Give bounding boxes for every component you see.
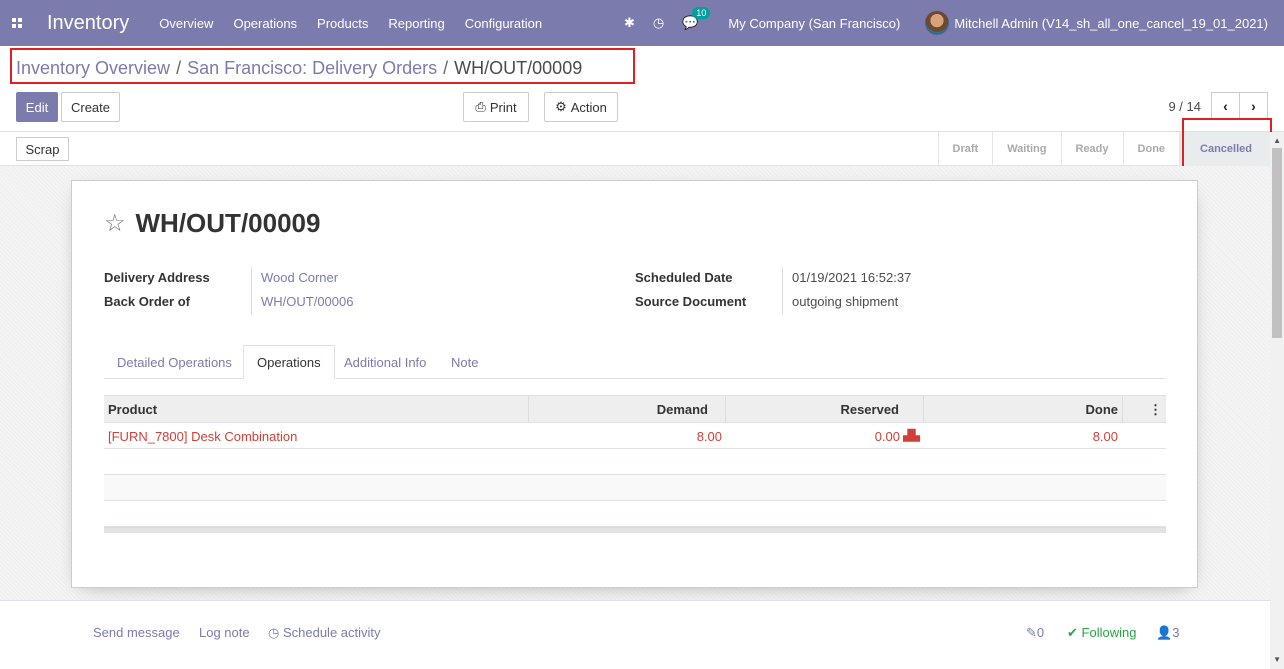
source-document-label: Source Document (635, 294, 747, 309)
app-name[interactable]: Inventory (47, 12, 129, 35)
followers-button[interactable]: 👤3 (1156, 625, 1179, 641)
send-message-button[interactable]: Send message (93, 625, 180, 640)
column-product[interactable]: Product (108, 402, 157, 417)
scheduled-date-label: Scheduled Date (635, 270, 733, 285)
tab-note[interactable]: Note (438, 345, 491, 379)
stage-done: Done (1122, 132, 1180, 166)
table-footer (104, 527, 1166, 533)
attachments-button[interactable]: ✎0 (1026, 625, 1044, 641)
menu-operations[interactable]: Operations (233, 16, 297, 31)
reserved-cell: 0.00 (874, 429, 900, 444)
avatar[interactable] (925, 11, 950, 35)
gear-icon: ⚙ (555, 99, 567, 114)
column-divider (923, 396, 924, 422)
bug-icon[interactable]: ✱ (624, 15, 635, 31)
form-sheet: ☆ WH/OUT/00009 Delivery Address Wood Cor… (71, 180, 1198, 588)
user-menu[interactable]: Mitchell Admin (V14_sh_all_one_cancel_19… (954, 16, 1268, 31)
scrollbar-thumb[interactable] (1272, 148, 1282, 338)
print-label: Print (489, 99, 517, 115)
field-divider (782, 267, 783, 315)
stage-draft: Draft (937, 132, 993, 166)
record-name: WH/OUT/00009 (135, 208, 321, 238)
navbar-systray: ✱ ◷ 💬 10 My Company (San Francisco) Mitch… (624, 0, 1284, 46)
following-button[interactable]: ✔ Following (1067, 625, 1136, 641)
pager-previous-button[interactable]: ‹ (1211, 92, 1240, 120)
log-note-button[interactable]: Log note (199, 625, 250, 640)
back-order-value[interactable]: WH/OUT/00006 (261, 294, 353, 309)
breadcrumb-highlight-box (10, 48, 635, 84)
menu-reporting[interactable]: Reporting (388, 16, 444, 31)
product-cell[interactable]: [FURN_7800] Desk Combination (108, 429, 297, 444)
chatter: Send message Log note ◷ Schedule activit… (0, 600, 1270, 669)
top-navbar: Inventory Overview Operations Products R… (0, 0, 1284, 46)
clock-icon: ◷ (268, 625, 280, 640)
star-icon[interactable]: ☆ (104, 209, 126, 238)
column-divider (1122, 396, 1123, 422)
record-title: ☆ WH/OUT/00009 (104, 208, 320, 239)
messages-count-badge: 10 (692, 7, 711, 19)
messages-icon[interactable]: 💬 10 (682, 7, 711, 31)
print-icon: ⎙ (475, 99, 486, 114)
attachments-count: 0 (1036, 625, 1045, 640)
column-reserved[interactable]: Reserved (840, 402, 899, 417)
schedule-activity-label: Schedule activity (282, 625, 381, 640)
paperclip-icon: ✎ (1026, 625, 1037, 640)
field-divider (251, 267, 252, 315)
column-options-icon[interactable]: ⋮ (1149, 402, 1162, 418)
print-button[interactable]: ⎙ Print (463, 92, 529, 122)
pager-next-button[interactable]: › (1239, 92, 1268, 120)
table-header: Product Demand Reserved Done ⋮ (104, 395, 1166, 423)
tab-detailed-operations[interactable]: Detailed Operations (104, 345, 245, 379)
schedule-activity-button[interactable]: ◷ Schedule activity (268, 625, 381, 641)
tab-operations[interactable]: Operations (243, 345, 335, 379)
table-row[interactable]: [FURN_7800] Desk Combination 8.00 0.00 ▟… (104, 423, 1166, 449)
scroll-down-icon[interactable]: ▼ (1273, 655, 1281, 664)
menu-products[interactable]: Products (317, 16, 368, 31)
notebook-tabs: Detailed Operations Operations Additiona… (104, 345, 1166, 379)
table-row-empty (104, 501, 1166, 527)
main-menu: Overview Operations Products Reporting C… (159, 16, 542, 31)
tab-additional-info[interactable]: Additional Info (331, 345, 439, 379)
create-button[interactable]: Create (61, 92, 120, 122)
done-cell: 8.00 (1092, 429, 1118, 444)
column-divider (725, 396, 726, 422)
action-button[interactable]: ⚙ Action (544, 92, 618, 122)
followers-count: 3 (1172, 625, 1180, 640)
delivery-address-label: Delivery Address (104, 270, 210, 285)
forecast-chart-icon[interactable]: ▟▙ (903, 429, 920, 442)
column-demand[interactable]: Demand (657, 402, 708, 417)
back-order-label: Back Order of (104, 294, 190, 309)
control-panel: Inventory Overview / San Francisco: Deli… (0, 46, 1284, 132)
source-document-value: outgoing shipment (792, 294, 899, 309)
status-bar: Scrap Draft Waiting Ready Done Cancelled (0, 132, 1284, 166)
pager-value[interactable]: 9 / 14 (1168, 99, 1201, 114)
scrap-button[interactable]: Scrap (16, 137, 69, 161)
table-row-empty (104, 475, 1166, 501)
check-icon: ✔ (1067, 625, 1078, 640)
demand-cell: 8.00 (696, 429, 722, 444)
operations-table: Product Demand Reserved Done ⋮ [FURN_780… (104, 395, 1166, 533)
stage-waiting: Waiting (992, 132, 1060, 166)
column-done[interactable]: Done (1086, 402, 1119, 417)
menu-overview[interactable]: Overview (159, 16, 213, 31)
following-label: Following (1081, 625, 1137, 640)
scroll-up-icon[interactable]: ▲ (1273, 136, 1281, 145)
apps-menu-icon[interactable] (0, 0, 34, 46)
user-icon: 👤 (1156, 625, 1173, 640)
delivery-address-value[interactable]: Wood Corner (261, 270, 338, 285)
scheduled-date-value: 01/19/2021 16:52:37 (792, 270, 912, 285)
action-label: Action (570, 99, 607, 115)
company-switcher[interactable]: My Company (San Francisco) (728, 16, 900, 31)
stage-ready: Ready (1060, 132, 1123, 166)
menu-configuration[interactable]: Configuration (465, 16, 542, 31)
edit-button[interactable]: Edit (16, 92, 58, 122)
table-row-empty (104, 449, 1166, 475)
column-divider (528, 396, 529, 422)
clock-icon[interactable]: ◷ (653, 15, 664, 31)
